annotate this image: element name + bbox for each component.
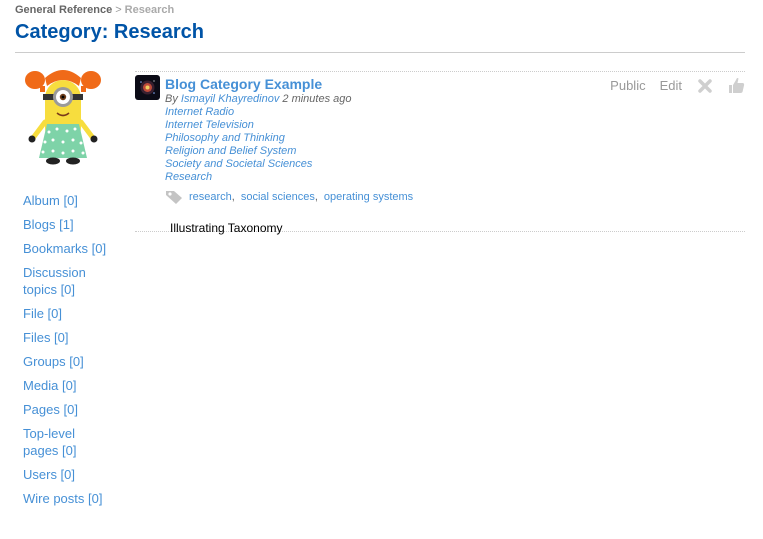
menu-item-wire-posts[interactable]: Wire posts [0] [23,490,123,507]
tag-link[interactable]: social sciences [241,191,315,203]
thumbs-up-icon[interactable] [728,77,745,94]
menu-item-bookmarks[interactable]: Bookmarks [0] [23,240,123,257]
item-description: Illustrating Taxonomy [170,221,283,235]
edit-link[interactable]: Edit [660,78,682,93]
sidebar: Album [0] Blogs [1] Bookmarks [0] Discus… [23,66,123,506]
category-list: Internet Radio Internet Television Philo… [165,106,745,184]
menu-item-discussion-topics[interactable]: Discussion topics [0] [23,264,98,298]
avatar [25,70,101,165]
item-body: Blog Category Example By Ismayil Khayred… [165,75,745,235]
header-divider [15,52,745,53]
entity-menu: Public Edit [596,77,745,94]
timestamp: 2 minutes ago [282,93,352,105]
access-level: Public [610,78,646,93]
menu-item-media[interactable]: Media [0] [23,377,123,394]
breadcrumb-separator: > [115,4,122,16]
tag-link[interactable]: research [189,191,232,203]
tag-link[interactable]: operating systems [324,191,413,203]
category-link[interactable]: Philosophy and Thinking [165,132,745,145]
breadcrumb: General Reference > Research [15,4,174,16]
category-link[interactable]: Research [165,171,745,184]
tag-list: research, social sciences, operating sys… [165,189,745,205]
category-link[interactable]: Religion and Belief System [165,145,745,158]
breadcrumb-current: Research [124,4,175,16]
content-list: Blog Category Example By Ismayil Khayred… [135,71,745,235]
owner-block-menu: Album [0] Blogs [1] Bookmarks [0] Discus… [23,192,123,514]
by-label: By [165,93,178,105]
menu-item-album[interactable]: Album [0] [23,192,123,209]
breadcrumb-parent-link[interactable]: General Reference [15,4,112,16]
menu-item-pages[interactable]: Pages [0] [23,401,123,418]
item-subtitle: By Ismayil Khayredinov 2 minutes ago [165,93,745,106]
list-item: Blog Category Example By Ismayil Khayred… [135,71,745,235]
menu-item-files[interactable]: Files [0] [23,329,123,346]
owner-avatar-icon[interactable] [135,75,160,100]
category-link[interactable]: Internet Television [165,119,745,132]
menu-item-top-level-pages[interactable]: Top-level pages [0] [23,425,83,459]
category-link[interactable]: Society and Societal Sciences [165,158,745,171]
category-link[interactable]: Internet Radio [165,106,745,119]
menu-item-file[interactable]: File [0] [23,305,123,322]
author-link[interactable]: Ismayil Khayredinov [181,93,279,105]
close-icon[interactable] [697,78,713,94]
menu-item-blogs[interactable]: Blogs [1] [23,216,123,233]
tag-icon [166,191,182,204]
menu-item-users[interactable]: Users [0] [23,466,123,483]
menu-item-groups[interactable]: Groups [0] [23,353,123,370]
page-title: Category: Research [15,21,204,43]
